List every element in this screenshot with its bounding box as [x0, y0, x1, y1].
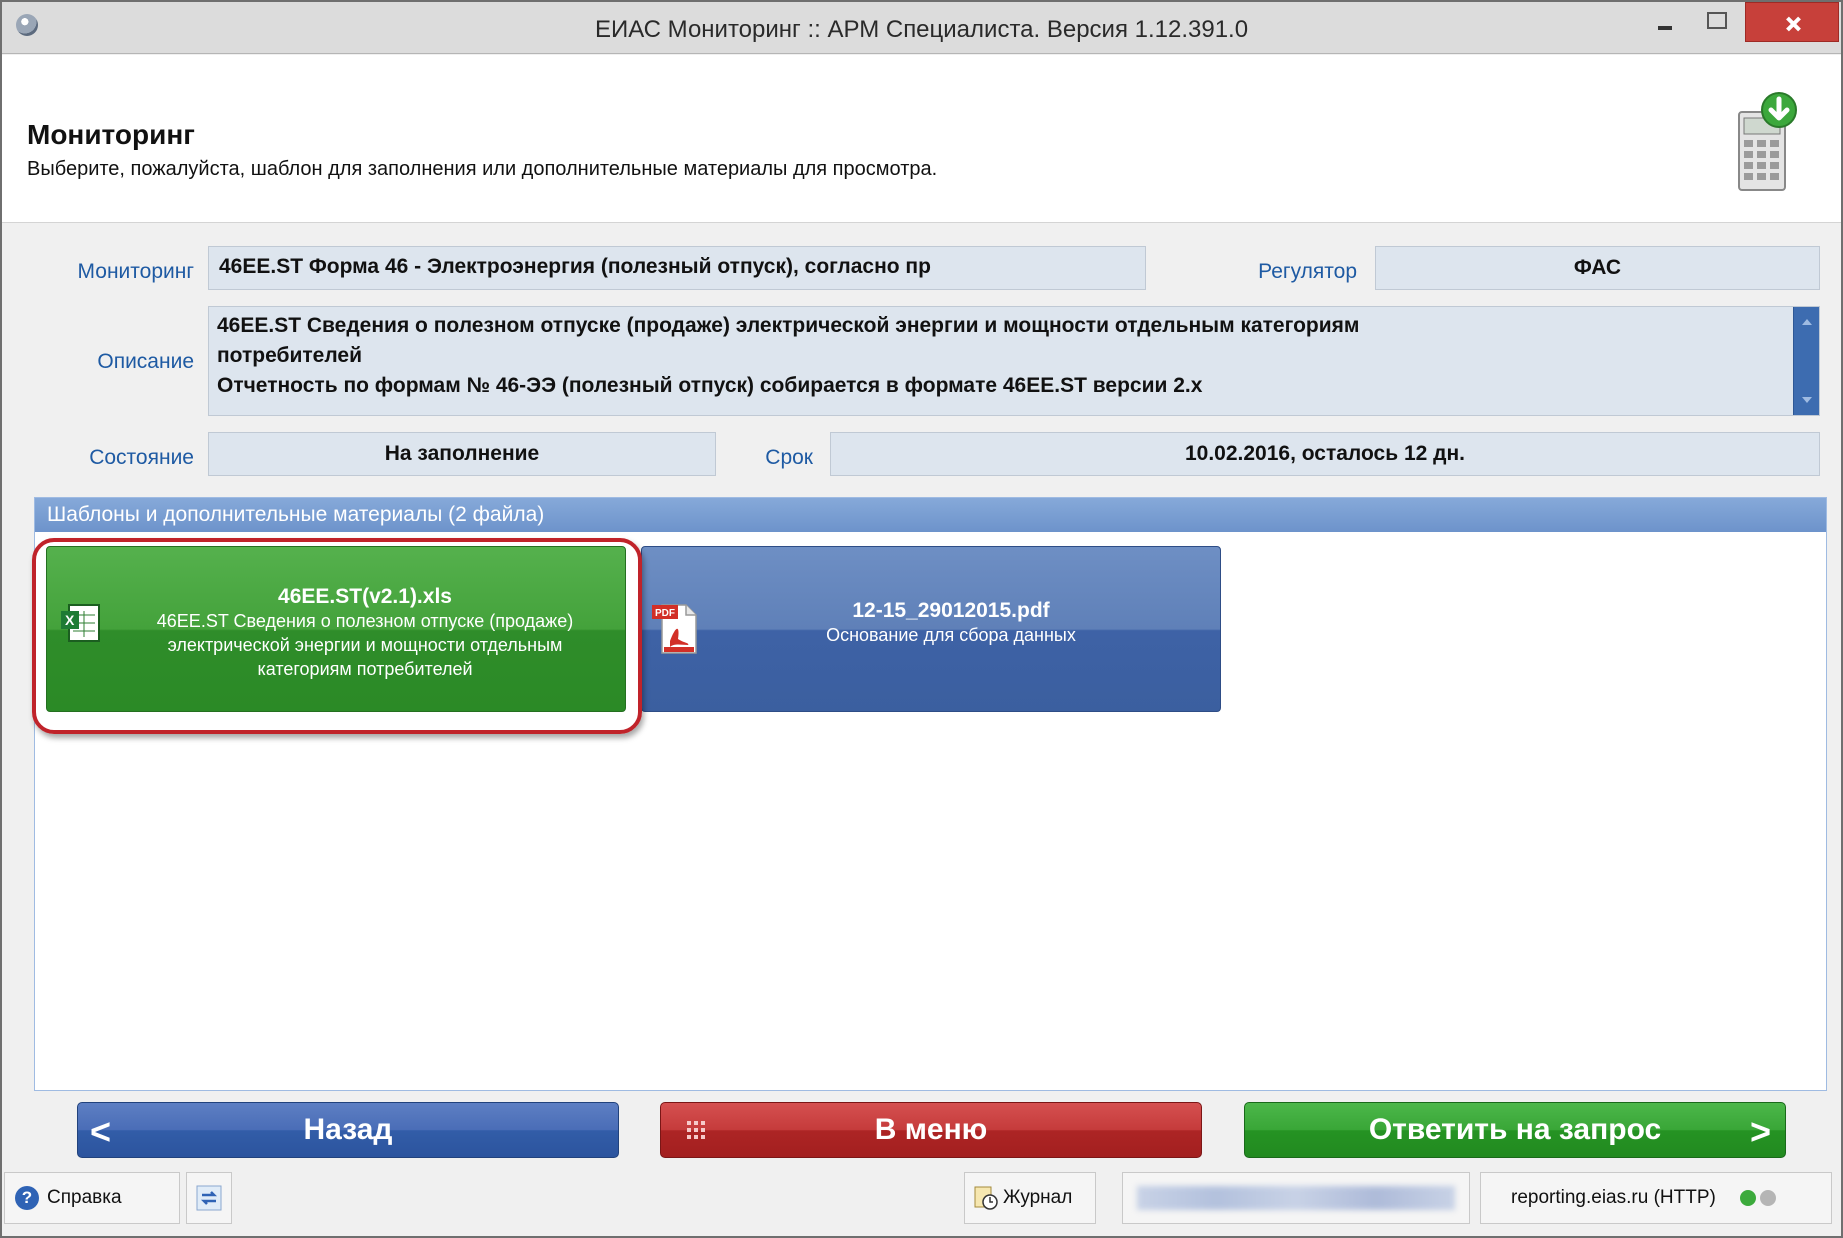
pdf-file-icon: PDF [652, 604, 697, 654]
page-subtitle: Выберите, пожалуйста, шаблон для заполне… [27, 158, 938, 180]
chevron-right-icon: > [1749, 1111, 1771, 1152]
deadline-label: Срок [765, 446, 813, 469]
status-led-green [1739, 1190, 1756, 1206]
description-label: Описание [97, 350, 194, 373]
state-field[interactable]: На заполнение [208, 432, 716, 476]
monitoring-label: Мониторинг [77, 260, 194, 283]
sync-button[interactable] [186, 1172, 232, 1224]
file-name: 12-15_29012015.pdf [852, 599, 1050, 622]
scroll-up-icon[interactable] [1802, 319, 1812, 325]
file-description: Основание для сбора данных [826, 625, 1076, 645]
status-bar: ? Справка Журнал reporting.eias.ru (HTTP… [2, 1164, 1841, 1236]
journal-clock-icon [974, 1186, 998, 1210]
back-button[interactable]: < Назад [77, 1102, 619, 1158]
scroll-down-icon[interactable] [1802, 397, 1812, 403]
chevron-left-icon: < [90, 1111, 112, 1152]
selection-highlight [32, 538, 642, 734]
close-button[interactable] [1745, 2, 1839, 42]
monitoring-form: Мониторинг 46EE.ST Форма 46 - Электроэне… [2, 224, 1841, 494]
help-label: Справка [47, 1187, 122, 1208]
answer-button-label: Ответить на запрос [1368, 1113, 1662, 1146]
file-tile-text: 12-15_29012015.pdf Основание для сбора д… [702, 599, 1200, 647]
redacted-text [1137, 1186, 1455, 1210]
help-button[interactable]: ? Справка [4, 1172, 180, 1224]
grid-icon [687, 1121, 705, 1139]
help-icon: ? [15, 1186, 39, 1210]
menu-button[interactable]: В меню [660, 1102, 1202, 1158]
server-address: reporting.eias.ru (HTTP) [1511, 1187, 1716, 1208]
back-button-label: Назад [303, 1113, 393, 1146]
journal-label: Журнал [1003, 1187, 1073, 1208]
maximize-button[interactable] [1690, 2, 1740, 42]
minimize-button[interactable] [1640, 2, 1690, 42]
description-field[interactable]: 46EE.ST Сведения о полезном отпуске (про… [208, 306, 1820, 416]
server-status: reporting.eias.ru (HTTP) [1480, 1172, 1832, 1224]
description-line: потребителей [217, 344, 363, 367]
description-line: Отчетность по формам № 46-ЭЭ (полезный о… [217, 374, 1203, 397]
status-led-gray [1759, 1190, 1776, 1206]
user-info-redacted [1122, 1172, 1470, 1224]
state-label: Состояние [89, 446, 194, 469]
answer-request-button[interactable]: Ответить на запрос > [1244, 1102, 1786, 1158]
file-tile-pdf[interactable]: PDF 12-15_29012015.pdf Основание для сбо… [641, 546, 1221, 712]
page-title: Мониторинг [27, 119, 195, 150]
journal-button[interactable]: Журнал [964, 1172, 1096, 1224]
app-window: ЕИАС Мониторинг :: АРМ Специалиста. Верс… [0, 0, 1843, 1238]
files-panel-header: Шаблоны и дополнительные материалы (2 фа… [35, 498, 1826, 532]
monitoring-field[interactable]: 46EE.ST Форма 46 - Электроэнергия (полез… [208, 246, 1146, 290]
menu-button-label: В меню [874, 1113, 988, 1146]
title-bar[interactable]: ЕИАС Мониторинг :: АРМ Специалиста. Верс… [2, 2, 1841, 54]
sync-icon [196, 1185, 222, 1211]
regulator-field[interactable]: ФАС [1375, 246, 1820, 290]
deadline-field[interactable]: 10.02.2016, осталось 12 дн. [830, 432, 1820, 476]
page-header: Мониторинг Выберите, пожалуйста, шаблон … [2, 55, 1841, 223]
svg-text:PDF: PDF [655, 608, 675, 619]
description-scrollbar[interactable] [1793, 307, 1819, 415]
window-title: ЕИАС Мониторинг :: АРМ Специалиста. Верс… [594, 16, 1249, 43]
regulator-label: Регулятор [1258, 260, 1357, 283]
calculator-download-icon [1738, 92, 1797, 191]
description-line: 46EE.ST Сведения о полезном отпуске (про… [217, 314, 1360, 337]
